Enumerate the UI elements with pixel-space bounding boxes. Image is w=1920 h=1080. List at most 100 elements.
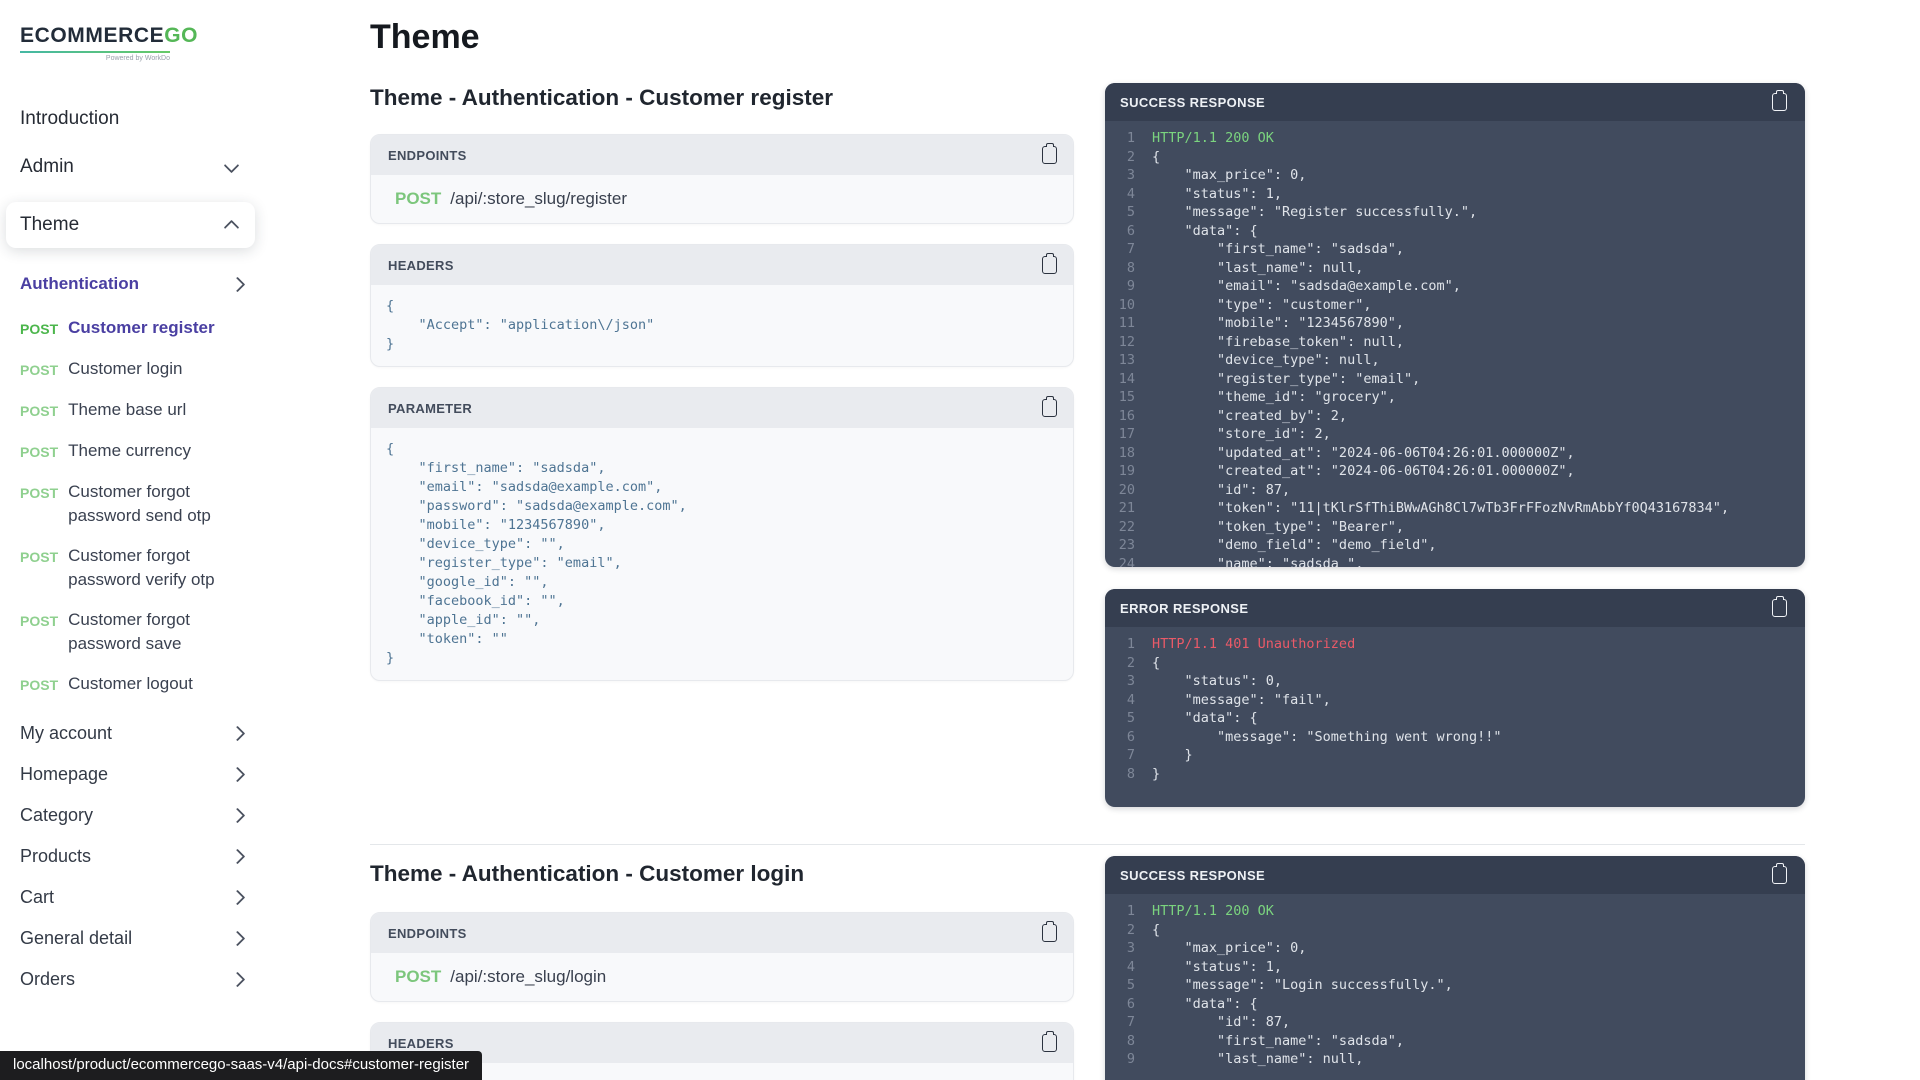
code-text: }	[1152, 746, 1193, 765]
sidebar-item-label: Products	[20, 844, 91, 868]
code-text: {	[1152, 654, 1160, 673]
sidebar-item-customer-forgot-password-save[interactable]: POSTCustomer forgot password save	[20, 608, 255, 656]
sidebar-item-cart[interactable]: Cart	[20, 885, 255, 909]
logo[interactable]: ECOMMERCEGO Powered by WorkDo	[20, 24, 200, 62]
sidebar-item-my-account[interactable]: My account	[20, 721, 255, 745]
sidebar-item-general-detail[interactable]: General detail	[20, 926, 255, 950]
sidebar-item-homepage[interactable]: Homepage	[20, 762, 255, 786]
code-line: 3 "max_price": 0,	[1105, 166, 1805, 185]
code-line: 19 "created_at": "2024-06-06T04:26:01.00…	[1105, 462, 1805, 481]
copy-button[interactable]	[1772, 599, 1787, 617]
code-line: 15 "theme_id": "grocery",	[1105, 388, 1805, 407]
endpoints-card: ENDPOINTS POST /api/:store_slug/login	[370, 912, 1074, 1002]
sidebar-item-authentication[interactable]: Authentication	[20, 272, 255, 296]
code-line: 21 "token": "11|tKlrSfThiBWwAGh8Cl7wTb3F…	[1105, 499, 1805, 518]
response-code: 1HTTP/1.1 401 Unauthorized2{3 "status": …	[1105, 627, 1805, 783]
endpoint-path: /api/:store_slug/login	[450, 967, 606, 987]
sidebar-item-customer-register[interactable]: POST Customer register	[20, 316, 255, 341]
sidebar-item-label: Customer login	[68, 357, 182, 382]
line-number: 5	[1105, 203, 1135, 222]
code-line: "first_name": "sadsda",	[386, 459, 1058, 478]
clipboard-icon	[1042, 146, 1057, 164]
copy-button[interactable]	[1772, 93, 1787, 111]
code-line: 10 "type": "customer",	[1105, 296, 1805, 315]
line-number: 12	[1105, 333, 1135, 352]
code-text: {	[1152, 148, 1160, 167]
response-panel-title: SUCCESS RESPONSE	[1120, 868, 1265, 883]
sidebar-item-label: Theme base url	[68, 398, 186, 423]
line-number: 9	[1105, 1050, 1135, 1069]
copy-button[interactable]	[1042, 924, 1057, 942]
code-line: {	[386, 297, 1058, 316]
code-text: "first_name": "sadsda",	[1152, 1032, 1404, 1051]
line-number: 13	[1105, 351, 1135, 370]
sidebar-item-customer-login[interactable]: POST Customer login	[20, 357, 255, 382]
copy-button[interactable]	[1042, 1034, 1057, 1052]
sidebar-item-label: Orders	[20, 967, 75, 991]
sidebar-item-customer-forgot-password-send-otp[interactable]: POSTCustomer forgot password send otp	[20, 480, 255, 528]
line-number: 4	[1105, 185, 1135, 204]
code-text: "id": 87,	[1152, 1013, 1290, 1032]
http-method-badge: POST	[20, 672, 58, 697]
sidebar-item-customer-forgot-password-verify-otp[interactable]: POSTCustomer forgot password verify otp	[20, 544, 255, 592]
headers-label: HEADERS	[388, 1036, 454, 1051]
code-line: 8}	[1105, 765, 1805, 784]
sidebar-item-label: Cart	[20, 885, 54, 909]
copy-button[interactable]	[1772, 866, 1787, 884]
sidebar-item-theme-currency[interactable]: POSTTheme currency	[20, 439, 255, 464]
sidebar-item-introduction[interactable]: Introduction	[20, 106, 255, 132]
sidebar-item-label: My account	[20, 721, 112, 745]
sidebar-top-nav: Introduction Admin Theme	[20, 106, 255, 248]
code-text: "updated_at": "2024-06-06T04:26:01.00000…	[1152, 444, 1575, 463]
register-response-column: SUCCESS RESPONSE 1HTTP/1.1 200 OK2{3 "ma…	[1105, 83, 1805, 829]
http-method-badge: POST	[20, 480, 58, 528]
code-text: "firebase_token": null,	[1152, 333, 1404, 352]
code-line: 6 "data": {	[1105, 995, 1805, 1014]
code-line: 4 "status": 1,	[1105, 185, 1805, 204]
copy-button[interactable]	[1042, 146, 1057, 164]
sidebar-item-category[interactable]: Category	[20, 803, 255, 827]
success-response-panel: SUCCESS RESPONSE 1HTTP/1.1 200 OK2{3 "ma…	[1105, 83, 1805, 567]
sidebar-item-theme-base-url[interactable]: POSTTheme base url	[20, 398, 255, 423]
clipboard-icon	[1042, 1034, 1057, 1052]
login-response-column: SUCCESS RESPONSE 1HTTP/1.1 200 OK2{3 "ma…	[1105, 856, 1805, 1080]
line-number: 17	[1105, 425, 1135, 444]
sidebar-item-theme[interactable]: Theme	[6, 202, 255, 248]
sidebar-item-label: Customer logout	[68, 672, 193, 697]
sidebar-item-label: Homepage	[20, 762, 108, 786]
sidebar-item-label: Customer register	[68, 316, 214, 341]
sidebar-item-label: Theme	[20, 214, 79, 236]
code-line: "email": "sadsda@example.com",	[386, 478, 1058, 497]
code-line: {	[386, 440, 1058, 459]
endpoints-label: ENDPOINTS	[388, 926, 467, 941]
code-line: 3 "max_price": 0,	[1105, 939, 1805, 958]
http-method-badge: POST	[20, 316, 58, 341]
copy-button[interactable]	[1042, 256, 1057, 274]
clipboard-icon	[1772, 599, 1787, 617]
code-line: 7 }	[1105, 746, 1805, 765]
line-number: 1	[1105, 129, 1135, 148]
line-number: 19	[1105, 462, 1135, 481]
sidebar-item-products[interactable]: Products	[20, 844, 255, 868]
sidebar-item-admin[interactable]: Admin	[20, 154, 255, 180]
http-method-badge: POST	[20, 357, 58, 382]
line-number: 4	[1105, 958, 1135, 977]
code-text: "max_price": 0,	[1152, 166, 1306, 185]
code-line: 17 "store_id": 2,	[1105, 425, 1805, 444]
code-line: "Accept": "application\/json"	[386, 316, 1058, 335]
code-line: "device_type": "",	[386, 535, 1058, 554]
copy-button[interactable]	[1042, 399, 1057, 417]
chevron-up-icon	[224, 219, 240, 235]
sidebar-item-orders[interactable]: Orders	[20, 967, 255, 991]
code-text: "message": "Something went wrong!!"	[1152, 728, 1502, 747]
code-line: 23 "demo_field": "demo_field",	[1105, 536, 1805, 555]
chevron-right-icon	[230, 848, 246, 864]
line-number: 5	[1105, 976, 1135, 995]
chevron-right-icon	[230, 807, 246, 823]
code-text: "id": 87,	[1152, 481, 1290, 500]
sidebar-item-customer-logout[interactable]: POST Customer logout	[20, 672, 255, 697]
code-line: 22 "token_type": "Bearer",	[1105, 518, 1805, 537]
logo-text: ECOMMERCEGO	[20, 24, 200, 48]
code-line: 3 "status": 0,	[1105, 672, 1805, 691]
logo-tagline: Powered by WorkDo	[20, 55, 170, 62]
